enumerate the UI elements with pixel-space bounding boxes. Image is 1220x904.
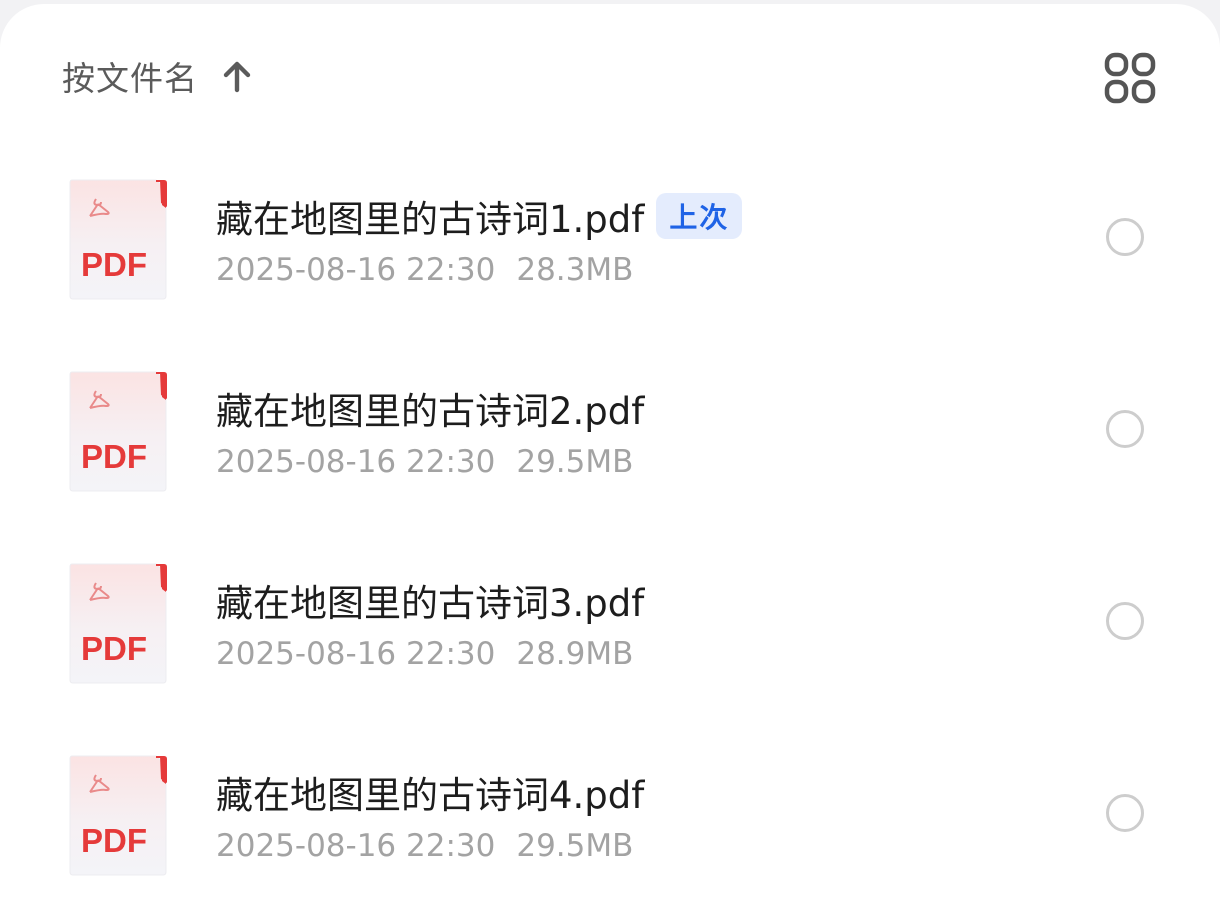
file-meta: 2025-08-16 22:30 28.9MB xyxy=(216,632,633,676)
file-date: 2025-08-16 22:30 xyxy=(216,444,496,480)
select-radio[interactable] xyxy=(1106,602,1144,640)
file-list-sheet: 按文件名 PDF 藏在地图里的古诗词1.pdf 上次 2025-08-16 22:30… xyxy=(0,4,1220,904)
file-date: 2025-08-16 22:30 xyxy=(216,636,496,672)
file-name: 藏在地图里的古诗词2.pdf xyxy=(216,390,645,433)
file-meta: 2025-08-16 22:30 28.3MB xyxy=(216,248,633,292)
select-radio[interactable] xyxy=(1106,218,1144,256)
file-row[interactable]: PDF 藏在地图里的古诗词2.pdf 2025-08-16 22:30 29.5MB xyxy=(0,370,1220,550)
pdf-file-icon: PDF xyxy=(69,563,167,684)
pdf-label: PDF xyxy=(81,630,147,667)
file-name-line: 藏在地图里的古诗词3.pdf xyxy=(216,574,644,626)
file-row[interactable]: PDF 藏在地图里的古诗词4.pdf 2025-08-16 22:30 29.5MB xyxy=(0,754,1220,904)
file-size: 28.3MB xyxy=(516,252,634,288)
file-row[interactable]: PDF 藏在地图里的古诗词3.pdf 2025-08-16 22:30 28.9MB xyxy=(0,562,1220,742)
file-name-line: 藏在地图里的古诗词1.pdf 上次 xyxy=(216,190,743,242)
list-toolbar: 按文件名 xyxy=(0,4,1220,134)
sort-label: 按文件名 xyxy=(62,59,198,98)
file-date: 2025-08-16 22:30 xyxy=(216,828,496,864)
file-meta: 2025-08-16 22:30 29.5MB xyxy=(216,440,633,484)
file-name-line: 藏在地图里的古诗词2.pdf xyxy=(216,382,644,434)
pdf-file-icon: PDF xyxy=(69,755,167,876)
arrow-up-icon xyxy=(223,61,251,93)
pdf-label: PDF xyxy=(81,246,147,283)
file-name: 藏在地图里的古诗词4.pdf xyxy=(216,774,645,817)
select-radio[interactable] xyxy=(1106,794,1144,832)
sort-by-name-button[interactable]: 按文件名 xyxy=(62,48,254,104)
pdf-file-icon: PDF xyxy=(69,371,167,492)
file-size: 29.5MB xyxy=(516,444,634,480)
file-name: 藏在地图里的古诗词1.pdf xyxy=(216,198,645,241)
pdf-label: PDF xyxy=(81,822,147,859)
pdf-file-icon: PDF xyxy=(69,179,167,300)
file-name: 藏在地图里的古诗词3.pdf xyxy=(216,582,645,625)
select-radio[interactable] xyxy=(1106,410,1144,448)
pdf-label: PDF xyxy=(81,438,147,475)
grid-view-icon[interactable] xyxy=(1104,52,1156,104)
file-meta: 2025-08-16 22:30 29.5MB xyxy=(216,824,633,868)
file-size: 29.5MB xyxy=(516,828,634,864)
file-date: 2025-08-16 22:30 xyxy=(216,252,496,288)
file-row[interactable]: PDF 藏在地图里的古诗词1.pdf 上次 2025-08-16 22:30 28.3M… xyxy=(0,178,1220,358)
last-opened-badge: 上次 xyxy=(656,193,743,239)
file-name-line: 藏在地图里的古诗词4.pdf xyxy=(216,766,644,818)
file-size: 28.9MB xyxy=(516,636,634,672)
